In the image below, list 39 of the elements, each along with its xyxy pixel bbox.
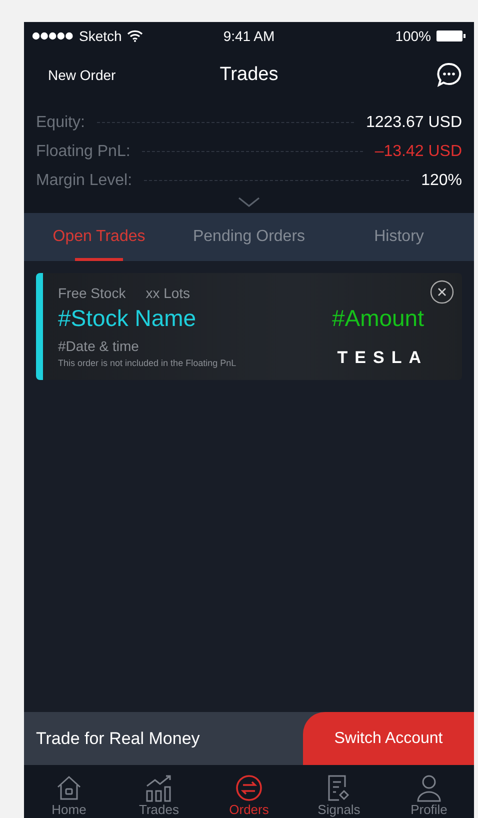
home-icon <box>55 774 83 802</box>
switch-account-button[interactable]: Switch Account <box>303 712 474 765</box>
trade-amount: #Amount <box>332 305 424 332</box>
tab[interactable]: Open Trades <box>24 213 174 261</box>
chat-icon[interactable] <box>436 62 462 88</box>
nav-item[interactable]: Orders <box>204 765 294 818</box>
nav-item[interactable]: Home <box>24 765 114 818</box>
wifi-icon <box>126 30 143 42</box>
close-icon[interactable] <box>430 280 454 304</box>
banner-text: Trade for Real Money <box>35 728 200 748</box>
metric-value: –13.42 USD <box>374 142 462 160</box>
exchange-arrows-icon <box>235 774 263 802</box>
metric-label: Floating PnL: <box>36 142 130 160</box>
stock-name: #Stock Name <box>58 305 196 332</box>
battery-icon <box>436 30 466 42</box>
nav-item[interactable]: Trades <box>114 765 204 818</box>
trade-lots: xx Lots <box>146 285 190 301</box>
metric-value: 120% <box>421 172 462 190</box>
trade-card[interactable]: Free Stock xx Lots #Stock Name #Amount #Date & time This order is not included in the Floating PnL TESLA <box>36 273 462 380</box>
page-title: Trades <box>220 64 278 86</box>
trade-type: Free Stock <box>58 285 126 301</box>
person-icon <box>415 774 443 802</box>
status-time: 9:41 AM <box>223 28 275 44</box>
carrier-name: Sketch <box>79 28 122 44</box>
metric-label: Margin Level: <box>36 172 132 190</box>
nav-item[interactable]: Profile <box>384 765 474 818</box>
metric-value: 1223.67 USD <box>366 114 462 132</box>
tab[interactable]: History <box>324 213 474 261</box>
trade-note: This order is not included in the Floating PnL <box>58 358 236 368</box>
new-order-link[interactable]: New Order <box>48 67 116 83</box>
signal-dots-icon <box>32 32 74 40</box>
tab[interactable]: Pending Orders <box>174 213 324 261</box>
battery-percent: 100% <box>395 28 431 44</box>
metric-label: Equity: <box>36 114 85 132</box>
trade-date: #Date & time <box>58 338 140 354</box>
chevron-down-icon[interactable] <box>238 197 260 207</box>
bar-chart-icon <box>144 774 174 802</box>
company-logo: TESLA <box>337 348 428 368</box>
nav-item[interactable]: Signals <box>294 765 384 818</box>
